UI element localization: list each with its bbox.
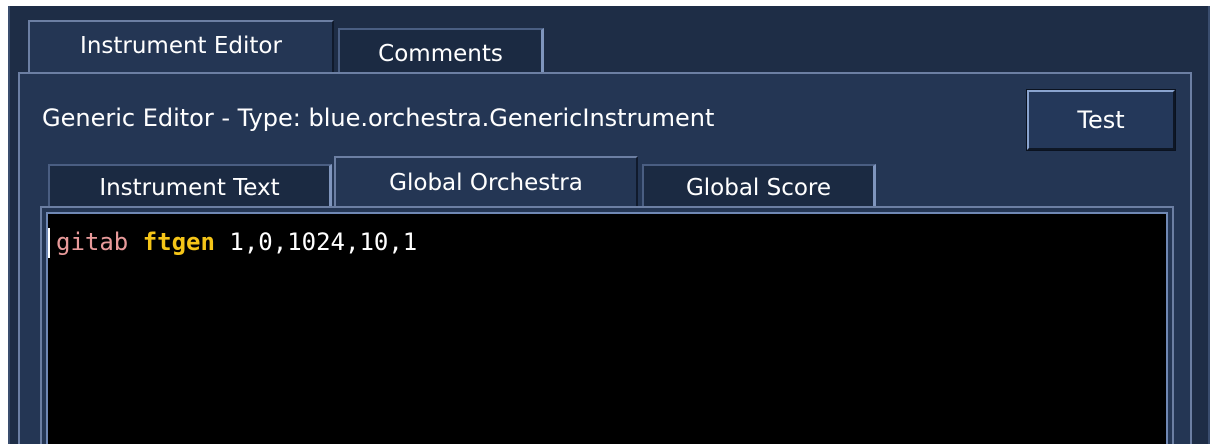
text-caret: [48, 228, 50, 258]
test-button[interactable]: Test: [1026, 89, 1176, 151]
frame: Instrument Editor Comments Generic Edito…: [0, 0, 1216, 444]
code-opcode-token: ftgen: [142, 228, 215, 256]
code-arguments-token: 1,0,1024,10,1: [229, 228, 418, 256]
tab-global-orchestra-label: Global Orchestra: [389, 170, 583, 196]
tab-instrument-editor-label: Instrument Editor: [80, 33, 282, 59]
tab-global-score-label: Global Score: [685, 175, 832, 201]
tab-global-orchestra[interactable]: Global Orchestra: [334, 156, 638, 208]
editor-type-label: Generic Editor - Type: blue.orchestra.Ge…: [42, 104, 715, 132]
tab-global-score[interactable]: Global Score: [642, 164, 876, 208]
tab-comments[interactable]: Comments: [338, 28, 544, 74]
code-editor[interactable]: gitab ftgen 1,0,1024,10,1: [46, 212, 1168, 444]
code-variable-token: gitab: [56, 228, 129, 256]
tab-instrument-editor[interactable]: Instrument Editor: [28, 20, 334, 74]
tab-instrument-text-label: Instrument Text: [99, 175, 280, 201]
code-line: gitab ftgen 1,0,1024,10,1: [56, 228, 417, 256]
test-button-label: Test: [1077, 106, 1125, 134]
tab-comments-label: Comments: [378, 41, 503, 67]
tab-instrument-text[interactable]: Instrument Text: [48, 164, 332, 208]
